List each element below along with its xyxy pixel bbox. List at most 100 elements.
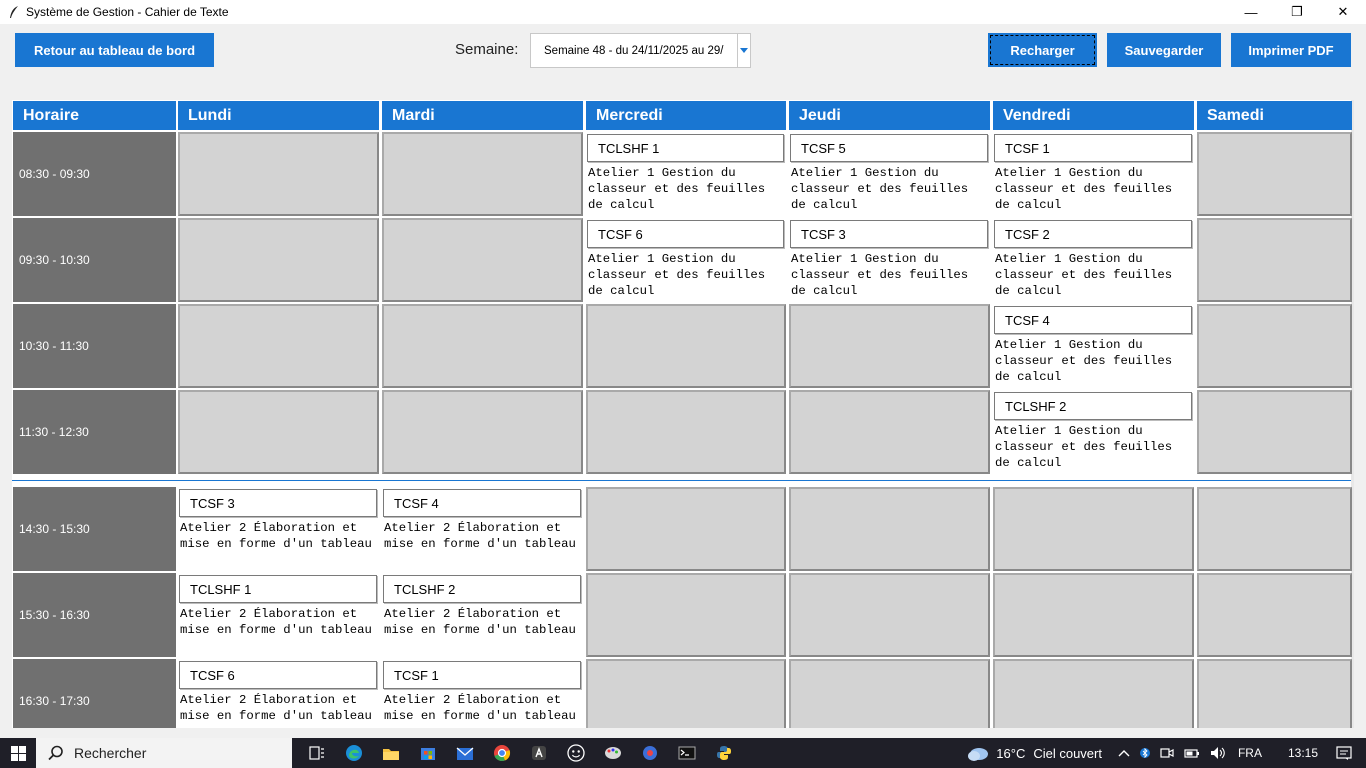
bluetooth-icon[interactable]	[1139, 746, 1150, 760]
battery-icon[interactable]	[1184, 747, 1200, 759]
session-description-field[interactable]: Atelier 1 Gestion du classeur et des feu…	[791, 165, 988, 213]
chevron-down-icon[interactable]	[737, 34, 750, 67]
paint-app-icon[interactable]	[594, 738, 631, 768]
minimize-button[interactable]: —	[1228, 0, 1274, 24]
session-description-field[interactable]: Atelier 2 Élaboration et mise en forme d…	[180, 606, 377, 638]
session-cell: TCSF 2 Atelier 1 Gestion du classeur et d…	[993, 218, 1194, 302]
task-view-icon[interactable]	[298, 738, 335, 768]
empty-slot[interactable]	[1197, 132, 1352, 216]
empty-slot[interactable]	[586, 659, 786, 728]
class-name-field[interactable]: TCLSHF 2	[383, 575, 581, 603]
language-indicator[interactable]: FRA	[1238, 746, 1262, 760]
class-name-field[interactable]: TCSF 1	[994, 134, 1192, 162]
empty-slot[interactable]	[789, 573, 990, 657]
week-select[interactable]: Semaine 48 - du 24/11/2025 au 29/	[530, 33, 751, 68]
empty-slot[interactable]	[1197, 659, 1352, 728]
mail-icon[interactable]	[446, 738, 483, 768]
session-description-field[interactable]: Atelier 1 Gestion du classeur et des feu…	[588, 165, 784, 213]
app-a-icon[interactable]	[520, 738, 557, 768]
taskbar-search[interactable]: Rechercher	[36, 738, 292, 768]
session-description-field[interactable]: Atelier 2 Élaboration et mise en forme d…	[384, 606, 581, 638]
cloud-icon	[968, 748, 989, 761]
empty-slot[interactable]	[586, 390, 786, 474]
search-icon	[48, 745, 63, 761]
session-description-field[interactable]: Atelier 2 Élaboration et mise en forme d…	[180, 692, 377, 724]
class-name-field[interactable]: TCSF 6	[587, 220, 784, 248]
weather-widget[interactable]: 16°C Ciel couvert	[966, 744, 1102, 762]
class-name-field[interactable]: TCLSHF 1	[587, 134, 784, 162]
class-name-field[interactable]: TCSF 5	[790, 134, 988, 162]
toolbar: Retour au tableau de bord Semaine: Semai…	[0, 24, 1366, 100]
windows-start-button[interactable]	[0, 738, 36, 768]
empty-slot[interactable]	[382, 304, 583, 388]
empty-slot[interactable]	[1197, 304, 1352, 388]
empty-slot[interactable]	[993, 659, 1194, 728]
reload-button[interactable]: Recharger	[988, 33, 1097, 67]
empty-slot[interactable]	[993, 487, 1194, 571]
time-slot-label: 09:30 - 10:30	[13, 218, 176, 302]
windows-icon	[10, 745, 26, 761]
session-description-field[interactable]: Atelier 1 Gestion du classeur et des feu…	[995, 251, 1192, 299]
empty-slot[interactable]	[382, 132, 583, 216]
python-icon[interactable]	[705, 738, 742, 768]
store-icon[interactable]	[409, 738, 446, 768]
empty-slot[interactable]	[1197, 573, 1352, 657]
empty-slot[interactable]	[1197, 390, 1352, 474]
chrome-icon[interactable]	[483, 738, 520, 768]
session-cell: TCLSHF 2 Atelier 2 Élaboration et mise en…	[382, 573, 583, 657]
edge-browser-icon[interactable]	[335, 738, 372, 768]
empty-slot[interactable]	[789, 487, 990, 571]
spotify-icon[interactable]	[631, 738, 668, 768]
maximize-button[interactable]: ❐	[1274, 0, 1320, 24]
empty-slot[interactable]	[382, 218, 583, 302]
clock[interactable]: 13:15	[1288, 746, 1318, 760]
session-description-field[interactable]: Atelier 2 Élaboration et mise en forme d…	[180, 520, 377, 552]
session-description-field[interactable]: Atelier 1 Gestion du classeur et des feu…	[995, 337, 1192, 385]
empty-slot[interactable]	[178, 304, 379, 388]
class-name-field[interactable]: TCSF 4	[994, 306, 1192, 334]
column-header-4: Jeudi	[789, 101, 990, 130]
session-cell: TCSF 5 Atelier 1 Gestion du classeur et d…	[789, 132, 990, 216]
session-description-field[interactable]: Atelier 1 Gestion du classeur et des feu…	[995, 423, 1192, 471]
empty-slot[interactable]	[1197, 487, 1352, 571]
session-description-field[interactable]: Atelier 2 Élaboration et mise en forme d…	[384, 520, 581, 552]
back-to-dashboard-button[interactable]: Retour au tableau de bord	[15, 33, 214, 67]
empty-slot[interactable]	[789, 304, 990, 388]
empty-slot[interactable]	[993, 573, 1194, 657]
empty-slot[interactable]	[178, 132, 379, 216]
file-explorer-icon[interactable]	[372, 738, 409, 768]
session-description-field[interactable]: Atelier 1 Gestion du classeur et des feu…	[588, 251, 784, 299]
class-name-field[interactable]: TCSF 1	[383, 661, 581, 689]
empty-slot[interactable]	[178, 218, 379, 302]
empty-slot[interactable]	[789, 659, 990, 728]
session-description-field[interactable]: Atelier 1 Gestion du classeur et des feu…	[791, 251, 988, 299]
lunch-separator	[12, 480, 1354, 481]
class-name-field[interactable]: TCSF 3	[179, 489, 377, 517]
speaker-icon[interactable]	[1210, 746, 1226, 760]
save-button[interactable]: Sauvegarder	[1107, 33, 1221, 67]
empty-slot[interactable]	[1197, 218, 1352, 302]
session-description-field[interactable]: Atelier 2 Élaboration et mise en forme d…	[384, 692, 581, 724]
empty-slot[interactable]	[382, 390, 583, 474]
empty-slot[interactable]	[178, 390, 379, 474]
empty-slot[interactable]	[586, 304, 786, 388]
empty-slot[interactable]	[586, 573, 786, 657]
class-name-field[interactable]: TCSF 4	[383, 489, 581, 517]
class-name-field[interactable]: TCSF 2	[994, 220, 1192, 248]
search-placeholder: Rechercher	[74, 745, 147, 761]
meet-now-icon[interactable]	[1160, 746, 1174, 760]
class-name-field[interactable]: TCLSHF 2	[994, 392, 1192, 420]
session-description-field[interactable]: Atelier 1 Gestion du classeur et des feu…	[995, 165, 1192, 213]
chevron-up-icon[interactable]	[1118, 749, 1130, 757]
print-pdf-button[interactable]: Imprimer PDF	[1231, 33, 1351, 67]
smiley-app-icon[interactable]	[557, 738, 594, 768]
class-name-field[interactable]: TCLSHF 1	[179, 575, 377, 603]
terminal-icon[interactable]	[668, 738, 705, 768]
session-cell: TCLSHF 2 Atelier 1 Gestion du classeur et…	[993, 390, 1194, 474]
class-name-field[interactable]: TCSF 6	[179, 661, 377, 689]
empty-slot[interactable]	[789, 390, 990, 474]
notifications-icon[interactable]	[1336, 745, 1352, 761]
class-name-field[interactable]: TCSF 3	[790, 220, 988, 248]
empty-slot[interactable]	[586, 487, 786, 571]
close-button[interactable]: ✕	[1320, 0, 1366, 24]
